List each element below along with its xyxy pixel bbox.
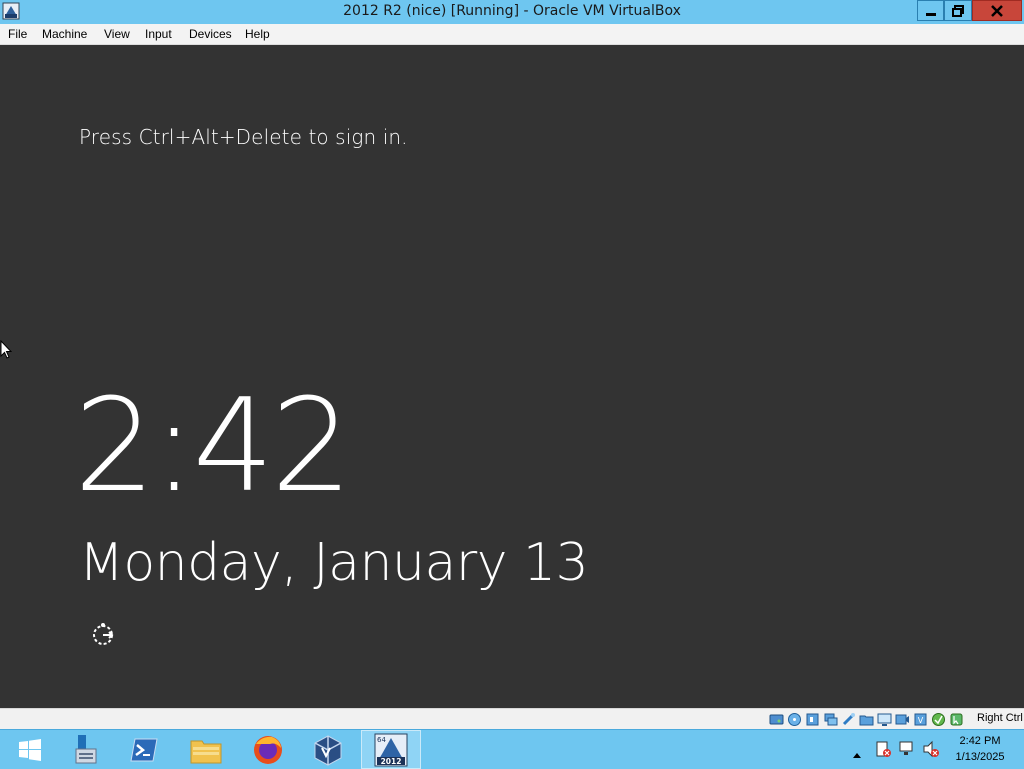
lock-screen-date: Monday, January 13 [79, 533, 589, 593]
minimize-icon [925, 12, 936, 16]
mouse-pointer-icon [0, 339, 13, 360]
ease-of-access-icon[interactable] [90, 620, 118, 648]
clock-date: 1/13/2025 [955, 751, 1005, 763]
vt-x-icon[interactable] [930, 711, 947, 728]
action-center-icon[interactable] [874, 740, 892, 762]
restore-button[interactable] [944, 0, 972, 21]
file-explorer-button[interactable] [176, 730, 236, 769]
windows-logo-icon [19, 738, 41, 761]
folder-icon [190, 740, 222, 763]
optical-drive-icon[interactable] [786, 711, 803, 728]
menu-file[interactable]: File [8, 27, 27, 41]
menu-devices[interactable]: Devices [189, 27, 232, 41]
powershell-button[interactable] [114, 730, 174, 769]
taskbar-clock[interactable]: 2:42 PM 1/13/2025 [950, 733, 1010, 765]
firefox-button[interactable] [238, 730, 298, 769]
powershell-icon [130, 738, 158, 761]
virtualbox-button[interactable] [298, 730, 358, 769]
network-tray-icon[interactable] [898, 740, 916, 762]
guest-display[interactable]: Press Ctrl+Alt+Delete to sign in. 2:42 M… [0, 45, 1024, 708]
window-title: 2012 R2 (nice) [Running] - Oracle VM Vir… [343, 3, 681, 19]
menu-machine[interactable]: Machine [42, 27, 87, 41]
close-icon [991, 4, 1003, 17]
hard-disk-icon[interactable] [768, 711, 785, 728]
virtualbox-window: 2012 R2 (nice) [Running] - Oracle VM Vir… [0, 0, 1024, 729]
host-key-label[interactable]: Right Ctrl [977, 712, 1023, 724]
server-manager-icon [75, 734, 97, 763]
restore-icon [952, 4, 964, 17]
vm-2012-button[interactable]: 64 2012 [361, 730, 421, 769]
menu-help[interactable]: Help [245, 27, 270, 41]
recording-icon[interactable] [894, 711, 911, 728]
server-manager-button[interactable] [52, 730, 112, 769]
shared-folders-icon[interactable] [858, 711, 875, 728]
volume-icon[interactable] [922, 740, 940, 762]
vm-status-bar: V Right Ctrl [0, 708, 1024, 729]
network-icon[interactable] [822, 711, 839, 728]
start-button[interactable] [0, 730, 60, 769]
menu-bar: File Machine View Input Devices Help [0, 24, 1024, 45]
title-bar[interactable]: 2012 R2 (nice) [Running] - Oracle VM Vir… [0, 0, 1024, 24]
lock-screen-time: 2:42 [74, 372, 352, 521]
usb-icon[interactable] [840, 711, 857, 728]
menu-input[interactable]: Input [145, 27, 172, 41]
cpu-icon[interactable]: V [912, 711, 929, 728]
virtualbox-icon [314, 734, 342, 766]
show-hidden-icons-icon[interactable] [852, 744, 862, 763]
minimize-button[interactable] [917, 0, 944, 21]
taskbar: 64 2012 2:42 PM 1/13/2025 [0, 729, 1024, 769]
mouse-integration-icon[interactable] [948, 711, 965, 728]
vm-badge: 64 [377, 736, 386, 744]
windows-2012-icon: 64 2012 [374, 733, 408, 766]
firefox-icon [254, 735, 282, 764]
display-icon[interactable] [876, 711, 893, 728]
vm-label: 2012 [381, 757, 402, 766]
clock-time: 2:42 PM [959, 735, 1001, 747]
close-button[interactable] [972, 0, 1022, 21]
signin-prompt: Press Ctrl+Alt+Delete to sign in. [79, 125, 408, 149]
svg-text:V: V [918, 716, 924, 725]
menu-view[interactable]: View [104, 27, 130, 41]
audio-icon[interactable] [804, 711, 821, 728]
